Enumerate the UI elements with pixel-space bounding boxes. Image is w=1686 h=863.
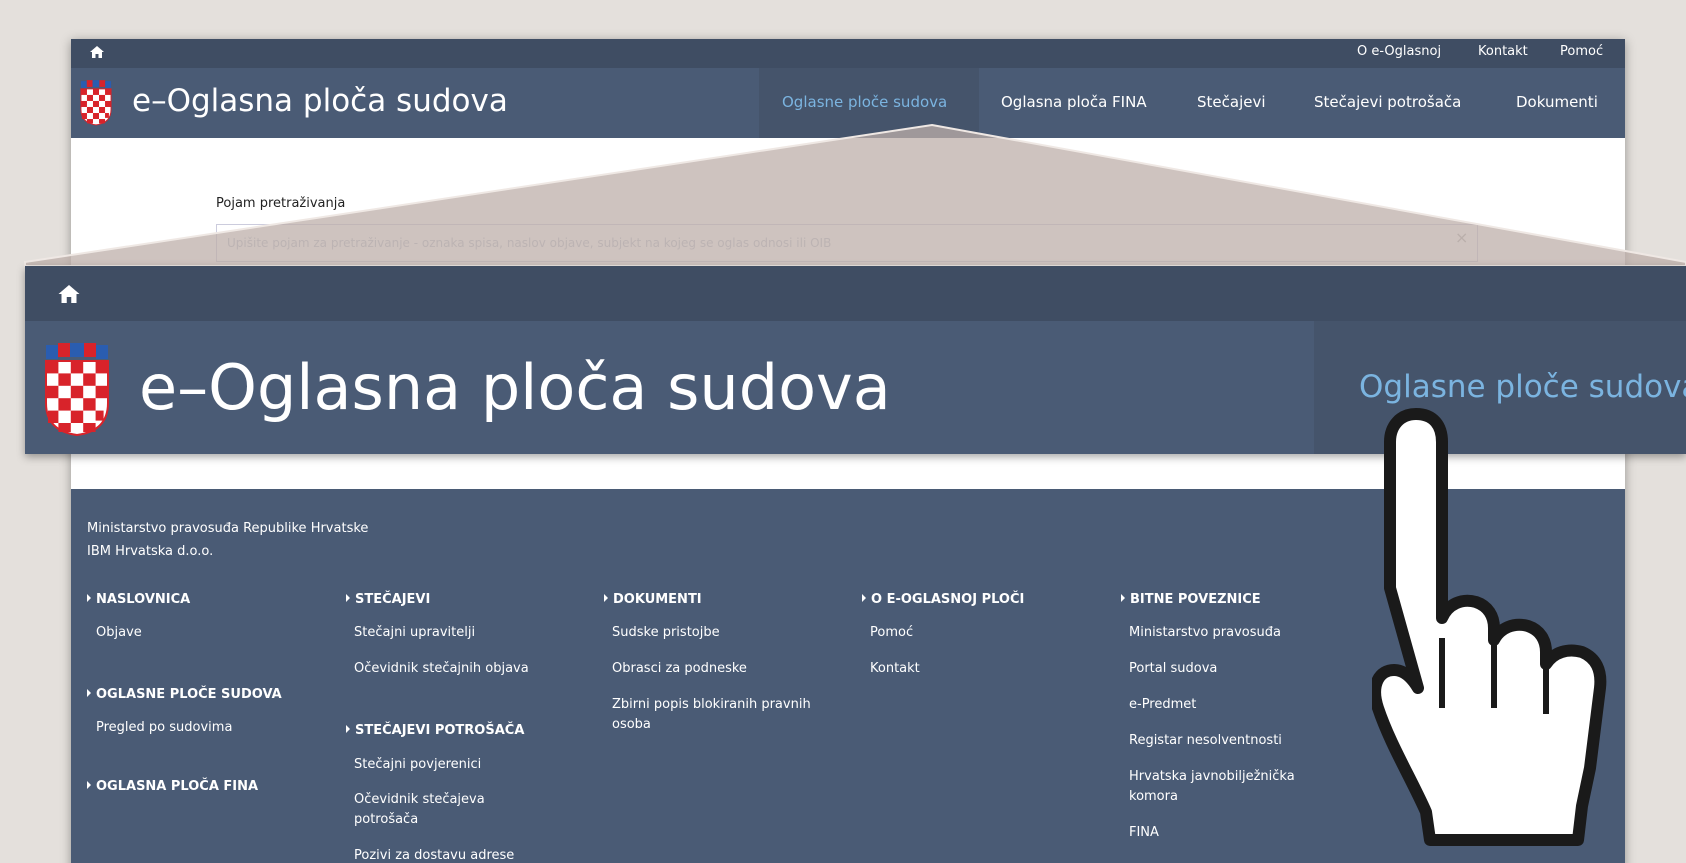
zoomed-nav-oglasne-ploce-sudova[interactable]: Oglasne ploče sudova — [1359, 369, 1686, 405]
zoomed-site-title[interactable]: e–Oglasna ploča sudova — [139, 351, 891, 424]
croatian-coat-of-arms-icon[interactable] — [42, 343, 112, 437]
pointing-hand-cursor-icon — [1372, 408, 1607, 846]
home-icon[interactable] — [56, 282, 82, 306]
zoomed-top-bar — [25, 266, 1686, 321]
